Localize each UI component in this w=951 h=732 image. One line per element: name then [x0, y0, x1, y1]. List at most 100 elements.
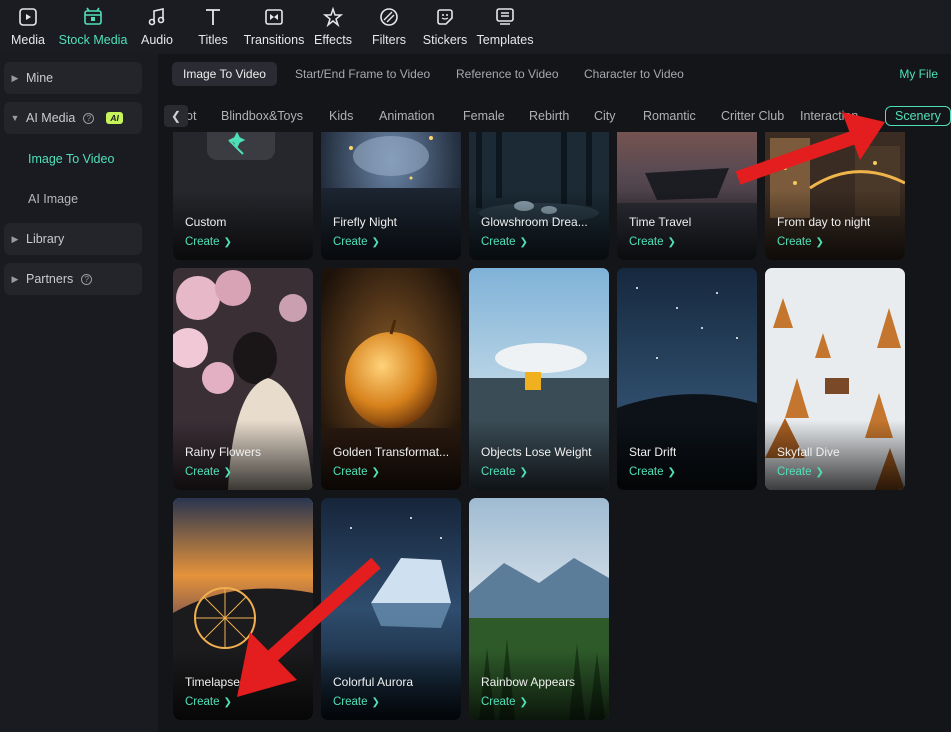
stickers-icon: [434, 6, 456, 28]
category-item[interactable]: City: [594, 109, 616, 123]
template-card-selected[interactable]: Timelapse Create ❯: [173, 498, 313, 720]
create-link[interactable]: Create ❯: [629, 236, 676, 248]
help-icon[interactable]: ?: [81, 273, 93, 285]
toolbar-titles-label: Titles: [198, 33, 228, 47]
sidebar-item-label: Partners: [26, 272, 74, 286]
create-link[interactable]: Create ❯: [481, 236, 528, 248]
effects-icon: [322, 6, 344, 28]
create-label: Create: [185, 236, 220, 248]
chevron-right-icon: ❯: [815, 237, 824, 248]
toolbar-media[interactable]: Media: [4, 6, 52, 47]
sidebar-item-ai-media[interactable]: ▼ AI Media ? AI: [4, 102, 142, 134]
category-item[interactable]: Blindbox&Toys: [221, 109, 303, 123]
template-card[interactable]: Rainy Flowers Create ❯: [173, 268, 313, 490]
templates-icon: [494, 6, 516, 28]
create-label: Create: [777, 466, 812, 478]
create-link[interactable]: Create ❯: [629, 466, 676, 478]
toolbar-effects[interactable]: Effects: [302, 6, 364, 47]
toolbar-templates[interactable]: Templates: [476, 6, 534, 47]
toolbar-transitions[interactable]: Transitions: [243, 6, 305, 47]
create-label: Create: [481, 236, 516, 248]
toolbar-stock-media[interactable]: Stock Media: [52, 6, 134, 47]
create-label: Create: [185, 466, 220, 478]
category-item[interactable]: Rebirth: [529, 109, 569, 123]
create-link[interactable]: Create ❯: [481, 466, 528, 478]
my-file-link[interactable]: My File: [899, 67, 938, 81]
create-link[interactable]: Create ❯: [185, 466, 232, 478]
ai-badge: AI: [106, 112, 123, 124]
toolbar-media-label: Media: [10, 33, 46, 47]
card-title: Star Drift: [629, 445, 677, 459]
create-link[interactable]: Create ❯: [333, 466, 380, 478]
card-title: Objects Lose Weight: [481, 445, 592, 459]
sidebar-item-partners[interactable]: ▶ Partners ?: [4, 263, 142, 295]
create-link[interactable]: Create ❯: [333, 236, 380, 248]
toolbar-titles[interactable]: Titles: [180, 6, 246, 47]
create-label: Create: [777, 236, 812, 248]
sidebar-item-label: Library: [26, 232, 65, 246]
tab-image-to-video[interactable]: Image To Video: [172, 62, 277, 86]
create-label: Create: [629, 466, 664, 478]
chevron-right-icon: ❯: [519, 467, 528, 478]
template-card[interactable]: Skyfall Dive Create ❯: [765, 268, 905, 490]
titles-icon: [202, 6, 224, 28]
category-item[interactable]: Interaction: [800, 109, 858, 123]
card-title: Glowshroom Drea...: [481, 215, 588, 229]
chevron-right-icon: ❯: [223, 467, 232, 478]
sidebar-item-library[interactable]: ▶ Library: [4, 223, 142, 255]
chevron-right-icon: ❯: [371, 467, 380, 478]
caret-right-icon: ▶: [11, 233, 19, 244]
toolbar-effects-label: Effects: [314, 33, 352, 47]
category-item-active[interactable]: Scenery: [885, 106, 951, 126]
toolbar-transitions-label: Transitions: [243, 33, 305, 47]
chevron-left-icon[interactable]: ❮: [164, 105, 188, 127]
card-title: Rainy Flowers: [185, 445, 262, 459]
chevron-right-icon: ❯: [667, 237, 676, 248]
template-card[interactable]: Objects Lose Weight Create ❯: [469, 268, 609, 490]
create-label: Create: [333, 696, 368, 708]
category-item[interactable]: Kids: [329, 109, 353, 123]
top-toolbar: Media Stock Media Audio Titles Transitio…: [0, 0, 951, 54]
create-link[interactable]: Create ❯: [777, 466, 824, 478]
sidebar-item-ai-image[interactable]: AI Image: [28, 192, 78, 206]
chevron-right-icon: ❯: [223, 697, 232, 708]
template-card[interactable]: Custom Create ❯: [173, 132, 313, 260]
template-card[interactable]: Time Travel Create ❯: [617, 132, 757, 260]
create-link[interactable]: Create ❯: [481, 696, 528, 708]
sidebar-item-mine[interactable]: ▶ Mine: [4, 62, 142, 94]
create-link[interactable]: Create ❯: [185, 236, 232, 248]
template-card[interactable]: Glowshroom Drea... Create ❯: [469, 132, 609, 260]
card-title: Time Travel: [629, 215, 692, 229]
create-link[interactable]: Create ❯: [333, 696, 380, 708]
template-card[interactable]: Colorful Aurora Create ❯: [321, 498, 461, 720]
category-item[interactable]: Romantic: [643, 109, 696, 123]
help-icon[interactable]: ?: [83, 112, 95, 124]
tab-character-to-video[interactable]: Character to Video: [573, 62, 695, 86]
create-label: Create: [481, 466, 516, 478]
template-card[interactable]: Star Drift Create ❯: [617, 268, 757, 490]
caret-down-icon: ▼: [10, 113, 20, 123]
toolbar-filters[interactable]: Filters: [364, 6, 414, 47]
create-link[interactable]: Create ❯: [185, 696, 232, 708]
tab-reference-to-video[interactable]: Reference to Video: [445, 62, 570, 86]
sidebar-item-image-to-video[interactable]: Image To Video: [28, 152, 114, 166]
template-card[interactable]: Firefly Night Create ❯: [321, 132, 461, 260]
transitions-icon: [263, 6, 285, 28]
card-title: Colorful Aurora: [333, 675, 414, 689]
template-card[interactable]: Golden Transformat... Create ❯: [321, 268, 461, 490]
create-link[interactable]: Create ❯: [777, 236, 824, 248]
template-card[interactable]: From day to night Create ❯: [765, 132, 905, 260]
toolbar-audio[interactable]: Audio: [134, 6, 180, 47]
card-title: From day to night: [777, 215, 871, 229]
tab-start-end-frame[interactable]: Start/End Frame to Video: [284, 62, 441, 86]
toolbar-stickers[interactable]: Stickers: [414, 6, 476, 47]
template-card[interactable]: Rainbow Appears Create ❯: [469, 498, 609, 720]
category-item[interactable]: Animation: [379, 109, 435, 123]
category-item[interactable]: Critter Club: [721, 109, 784, 123]
create-label: Create: [333, 236, 368, 248]
toolbar-templates-label: Templates: [476, 33, 534, 47]
card-title: Rainbow Appears: [481, 675, 576, 689]
create-label: Create: [185, 696, 220, 708]
chevron-right-icon: ❯: [371, 697, 380, 708]
category-item[interactable]: Female: [463, 109, 505, 123]
